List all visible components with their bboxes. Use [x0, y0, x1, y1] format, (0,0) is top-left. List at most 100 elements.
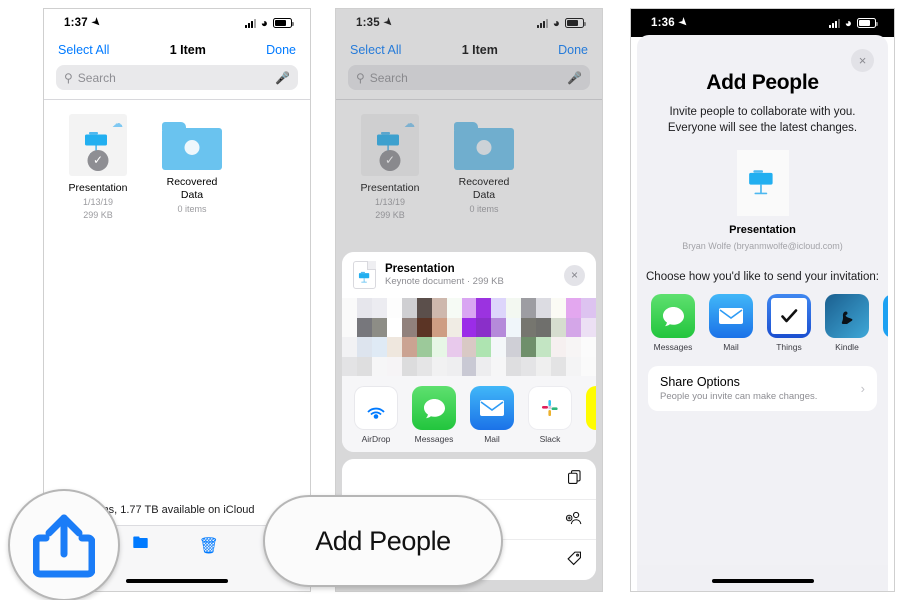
file-thumbnail: ☁ ✓: [69, 114, 127, 176]
messages-icon: [412, 386, 456, 430]
status-left: 1:37 ➤: [64, 15, 103, 29]
slack-icon: [528, 386, 572, 430]
file-size: 299 KB: [375, 210, 405, 220]
share-options-subtitle: People you invite can make changes.: [660, 391, 818, 402]
cloud-download-icon: ☁: [404, 118, 415, 130]
share-options-row[interactable]: Share Options People you invite can make…: [648, 366, 877, 411]
microphone-icon[interactable]: 🎤: [275, 71, 290, 85]
location-arrow-icon: ➤: [675, 15, 690, 30]
modal-subtitle: Invite people to collaborate with you. E…: [667, 106, 858, 134]
screenshot-stage: 1:37 ➤ ◕ Select All 1 Item Done ⚲ Search…: [0, 0, 900, 600]
file-name: Presentation: [729, 224, 796, 236]
phone-panel-add-people: 1:36 ➤ ◕ × Add People Invite people to c…: [630, 8, 895, 592]
cellular-signal-icon: [536, 18, 548, 28]
done-button[interactable]: Done: [266, 43, 296, 57]
invite-app-things[interactable]: Things: [767, 294, 811, 352]
close-icon[interactable]: ×: [851, 49, 874, 72]
status-right: ◕: [244, 16, 294, 30]
done-button[interactable]: Done: [558, 43, 588, 57]
file-thumbnail: ☁ ✓: [361, 114, 419, 176]
share-item-title: Presentation: [385, 263, 455, 275]
file-item-presentation[interactable]: ☁ ✓ Presentation 1/13/19 299 KB: [64, 114, 132, 221]
keynote-document-icon: ☁ ✓: [69, 114, 127, 176]
status-left: 1:35 ➤: [356, 15, 395, 29]
wifi-icon: ◕: [552, 16, 560, 30]
share-app-messages[interactable]: Messages: [412, 386, 456, 444]
file-name: Presentation: [360, 182, 420, 194]
keynote-document-icon: [353, 261, 376, 289]
invitation-apps-row: Messages Mail Things Kindle: [637, 283, 888, 358]
share-app-slack[interactable]: Slack: [528, 386, 572, 444]
app-label: Slack: [539, 434, 561, 444]
keynote-document-icon: [736, 150, 789, 216]
keynote-document-icon: ☁ ✓: [361, 114, 419, 176]
share-app-mail[interactable]: Mail: [470, 386, 514, 444]
share-options-text: Share Options People you invite can make…: [660, 375, 817, 402]
invite-app-kindle[interactable]: Kindle: [825, 294, 869, 352]
invite-app-twitter[interactable]: T: [883, 294, 888, 352]
status-bar: 1:35 ➤ ◕: [336, 9, 602, 37]
microphone-icon[interactable]: 🎤: [567, 71, 582, 85]
select-all-button[interactable]: Select All: [350, 43, 401, 57]
status-left: 1:36 ➤: [651, 15, 690, 29]
search-placeholder: Search: [369, 70, 408, 85]
tag-icon: [566, 550, 583, 570]
page-title: 1 Item: [461, 43, 498, 57]
choose-method-label: Choose how you'd like to send your invit…: [646, 271, 879, 283]
share-sheet-titles: Presentation Keynote document · 299 KB: [385, 263, 555, 287]
status-right: ◕: [536, 16, 586, 30]
share-app-snapchat[interactable]: Sn: [586, 386, 596, 444]
file-name: Presentation: [68, 182, 128, 194]
cellular-signal-icon: [828, 18, 840, 28]
mail-icon: [470, 386, 514, 430]
file-count: 0 items: [469, 204, 499, 214]
status-time: 1:36: [651, 17, 675, 29]
messages-icon: [651, 294, 695, 338]
file-grid: ☁ ✓ Presentation 1/13/19 299 KB Recovere…: [336, 100, 602, 221]
file-size: 299 KB: [83, 210, 113, 220]
share-app-airdrop[interactable]: AirDrop: [354, 386, 398, 444]
select-all-button[interactable]: Select All: [58, 43, 109, 57]
modal-title: Add People: [706, 71, 819, 94]
airdrop-icon: [354, 386, 398, 430]
location-arrow-icon: ➤: [88, 15, 103, 30]
trash-icon[interactable]: 🗑: [199, 536, 219, 556]
search-input[interactable]: ⚲ Search 🎤: [348, 65, 590, 90]
folder-icon: [162, 122, 222, 170]
app-label: Mail: [484, 434, 500, 444]
cellular-signal-icon: [244, 18, 256, 28]
folder-icon[interactable]: 🖿: [133, 532, 149, 559]
wifi-icon: ◕: [260, 16, 268, 30]
status-time: 1:35: [356, 17, 380, 29]
search-input[interactable]: ⚲ Search 🎤: [56, 65, 298, 90]
owner-email: Bryan Wolfe (bryanmwolfe@icloud.com): [682, 241, 843, 251]
file-date: 1/13/19: [82, 197, 114, 207]
invite-app-mail[interactable]: Mail: [709, 294, 753, 352]
search-icon: ⚲: [356, 70, 365, 85]
snapchat-icon: [586, 386, 596, 430]
app-label: Things: [776, 342, 802, 352]
file-item-recovered-data[interactable]: Recovered Data 0 items: [158, 114, 226, 221]
file-item-recovered-data[interactable]: Recovered Data 0 items: [450, 114, 518, 221]
file-count: 0 items: [177, 204, 207, 214]
file-date: 1/13/19: [374, 197, 406, 207]
home-indicator: [637, 565, 888, 591]
selected-check-icon: ✓: [379, 150, 401, 171]
selected-check-icon: ✓: [87, 150, 109, 171]
location-arrow-icon: ➤: [380, 15, 395, 30]
add-people-icon: [564, 510, 583, 529]
files-navbar: Select All 1 Item Done: [44, 37, 310, 65]
battery-icon: [565, 18, 586, 28]
invite-app-messages[interactable]: Messages: [651, 294, 695, 352]
keynote-glyph: [748, 170, 773, 195]
folder-icon: [454, 122, 514, 170]
callout-share-icon: [8, 489, 120, 600]
status-right: ◕: [828, 17, 878, 29]
share-apps-row: AirDrop Messages Mail Slack: [342, 376, 596, 452]
close-icon[interactable]: ×: [564, 264, 585, 286]
share-sheet-top-card: Presentation Keynote document · 299 KB ×: [342, 252, 596, 452]
battery-icon: [273, 18, 294, 28]
file-item-presentation[interactable]: ☁ ✓ Presentation 1/13/19 299 KB: [356, 114, 424, 221]
copy-row[interactable]: [342, 459, 596, 499]
app-label: AirDrop: [361, 434, 391, 444]
